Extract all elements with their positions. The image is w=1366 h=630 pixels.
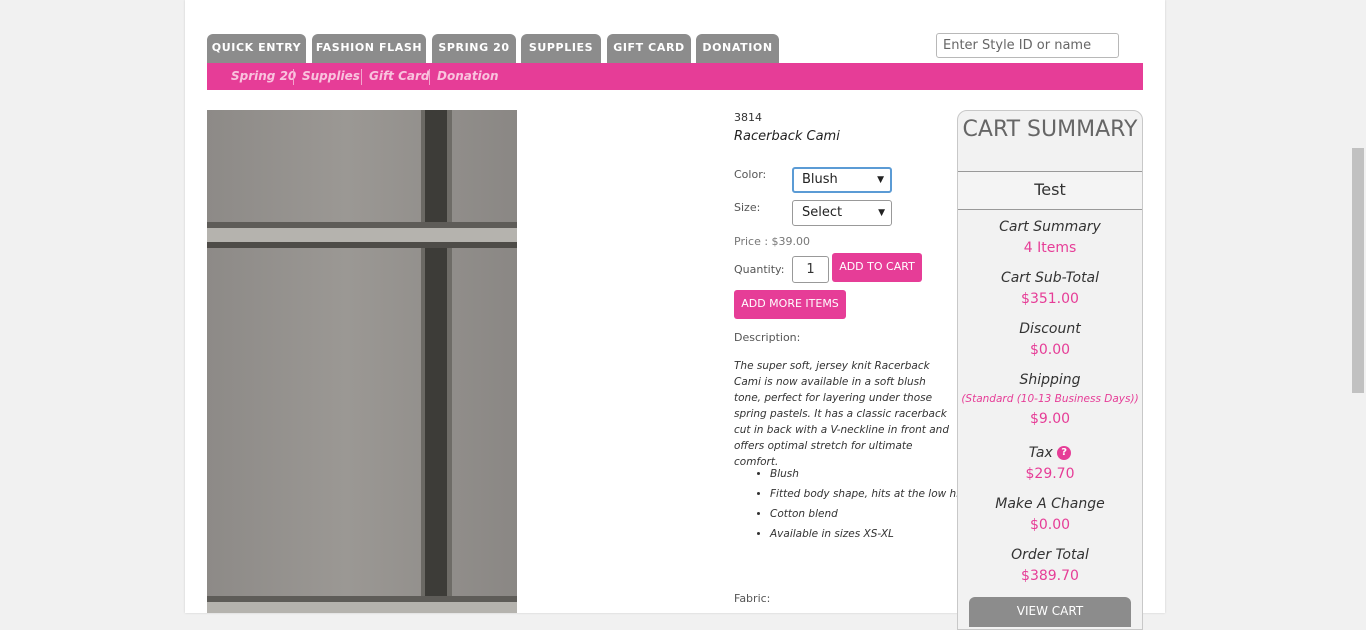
cart-tax-value: $29.70 [1025, 466, 1075, 482]
subnav-divider [361, 69, 362, 85]
cart-shipping-value: $9.00 [1029, 411, 1071, 427]
list-item: Available in sizes XS-XL [770, 526, 970, 542]
cart-tax-label-text: Tax [1028, 445, 1053, 461]
tab-donation[interactable]: DONATION [696, 34, 779, 63]
tab-gift-card[interactable]: GIFT CARD [607, 34, 691, 63]
tab-supplies[interactable]: SUPPLIES [521, 34, 601, 63]
subnav-gift-card[interactable]: Gift Card [369, 68, 430, 85]
cart-tax-label: Tax ? [958, 443, 1142, 463]
color-select[interactable]: Blush ▼ [792, 167, 892, 193]
cart-summary-panel: CART SUMMARY Test Cart Summary 4 Items C… [957, 110, 1143, 630]
product-description: The super soft, jersey knit Racerback Ca… [734, 360, 949, 468]
product-price: Price : $39.00 [734, 235, 811, 248]
cart-owner-name: Test [958, 171, 1142, 210]
quantity-label: Quantity: [734, 263, 785, 276]
page-container: QUICK ENTRY FASHION FLASH SPRING 20 SUPP… [185, 0, 1165, 630]
help-icon[interactable]: ? [1057, 446, 1072, 460]
subnav-spring-20[interactable]: Spring 20 [231, 68, 296, 85]
cart-subtotal-label: Cart Sub-Total [1000, 270, 1100, 286]
product-name: Racerback Cami [734, 129, 840, 144]
cart-discount-row: Discount $0.00 [958, 319, 1142, 361]
color-select-value: Blush [802, 172, 838, 187]
subnav-donation[interactable]: Donation [437, 68, 498, 85]
cart-tax-row: Tax ? $29.70 [958, 443, 1142, 485]
quantity-input[interactable] [792, 256, 829, 283]
size-select[interactable]: Select ▼ [792, 200, 892, 226]
cart-change-value: $0.00 [1029, 517, 1071, 533]
view-cart-button[interactable]: VIEW CART [969, 597, 1131, 627]
product-sku: 3814 [734, 111, 762, 124]
cart-shipping-method: (Standard (10-13 Business Days)) [961, 393, 1139, 405]
style-search-input[interactable] [936, 33, 1119, 58]
color-label: Color: [734, 168, 767, 181]
product-features: Blush Fitted body shape, hits at the low… [755, 466, 970, 546]
cart-summary-label: Cart Summary [999, 219, 1101, 235]
size-select-value: Select [802, 205, 843, 220]
add-to-cart-button[interactable]: ADD TO CART [832, 253, 922, 282]
cart-total-value: $389.70 [1021, 568, 1079, 584]
cart-shipping-row: Shipping (Standard (10-13 Business Days)… [958, 370, 1142, 430]
tab-quick-entry[interactable]: QUICK ENTRY [207, 34, 306, 63]
list-item: Cotton blend [770, 506, 970, 522]
tab-spring-20[interactable]: SPRING 20 [432, 34, 516, 63]
cart-discount-label: Discount [1019, 321, 1081, 337]
cart-change-label: Make A Change [995, 496, 1105, 512]
cart-shipping-label: Shipping [1019, 372, 1081, 388]
tab-fashion-flash[interactable]: FASHION FLASH [312, 34, 426, 63]
size-label: Size: [734, 201, 761, 214]
product-image [207, 110, 517, 613]
dropdown-arrow-icon: ▼ [878, 208, 885, 218]
sub-navigation: Spring 20 Supplies Gift Card Donation [207, 63, 1143, 90]
cart-summary-title: CART SUMMARY [962, 117, 1138, 142]
subnav-supplies[interactable]: Supplies [302, 68, 360, 85]
add-more-items-button[interactable]: ADD MORE ITEMS [734, 290, 846, 319]
cart-items-row: Cart Summary 4 Items [958, 217, 1142, 259]
cart-total-label: Order Total [1011, 547, 1089, 563]
cart-items-count: 4 Items [1023, 240, 1077, 256]
list-item: Fitted body shape, hits at the low hip [770, 486, 970, 502]
scrollbar-thumb[interactable] [1352, 148, 1364, 393]
description-label: Description: [734, 331, 801, 344]
cart-total-row: Order Total $389.70 [958, 545, 1142, 587]
vertical-scrollbar[interactable] [1349, 0, 1366, 613]
fabric-label: Fabric: [734, 592, 771, 605]
subnav-divider [429, 69, 430, 85]
cart-subtotal-value: $351.00 [1021, 291, 1079, 307]
dropdown-arrow-icon: ▼ [877, 175, 884, 185]
list-item: Blush [770, 466, 970, 482]
subnav-divider [293, 69, 294, 85]
cart-change-row: Make A Change $0.00 [958, 494, 1142, 536]
cart-subtotal-row: Cart Sub-Total $351.00 [958, 268, 1142, 310]
cart-discount-value: $0.00 [1029, 342, 1071, 358]
